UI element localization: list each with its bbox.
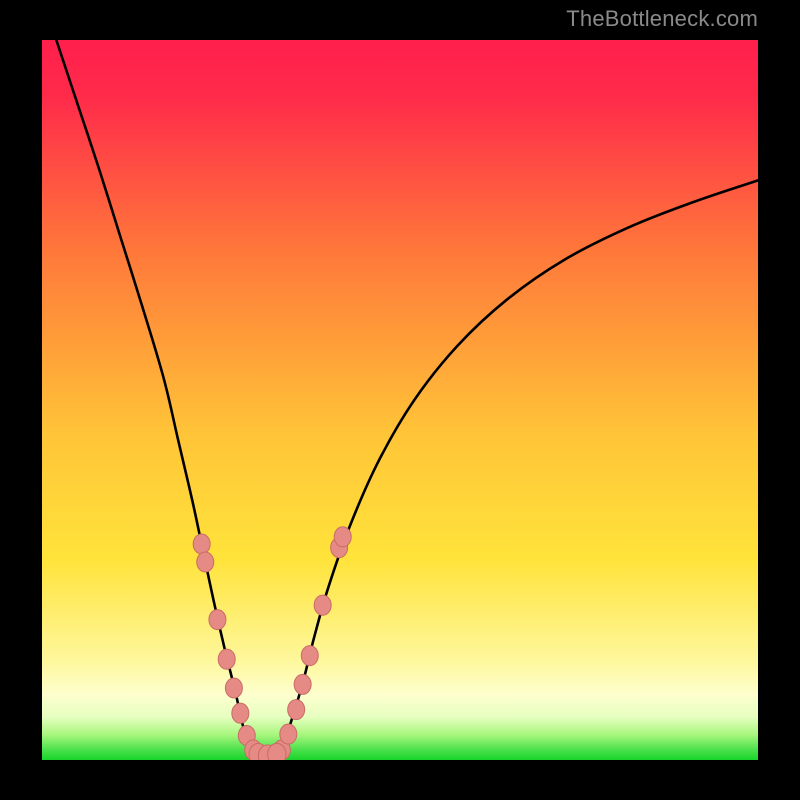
dot-right-5 — [314, 595, 331, 615]
dot-right-2 — [288, 700, 305, 720]
dot-left-4 — [225, 678, 242, 698]
plot-area — [42, 40, 758, 760]
dot-right-1 — [280, 724, 297, 744]
dot-left-5 — [232, 703, 249, 723]
dot-left-2 — [209, 610, 226, 630]
dot-right-4 — [301, 646, 318, 666]
curve-layer — [42, 40, 758, 760]
curve-left-branch — [56, 40, 256, 754]
dot-bottom-2 — [268, 743, 286, 760]
dot-left-3 — [218, 649, 235, 669]
curve-right-branch — [278, 180, 758, 754]
dot-left-1 — [197, 552, 214, 572]
dot-left-0 — [193, 534, 210, 554]
chart-frame: TheBottleneck.com — [0, 0, 800, 800]
watermark-text: TheBottleneck.com — [566, 6, 758, 32]
dot-right-3 — [294, 674, 311, 694]
dot-right-7 — [334, 527, 351, 547]
